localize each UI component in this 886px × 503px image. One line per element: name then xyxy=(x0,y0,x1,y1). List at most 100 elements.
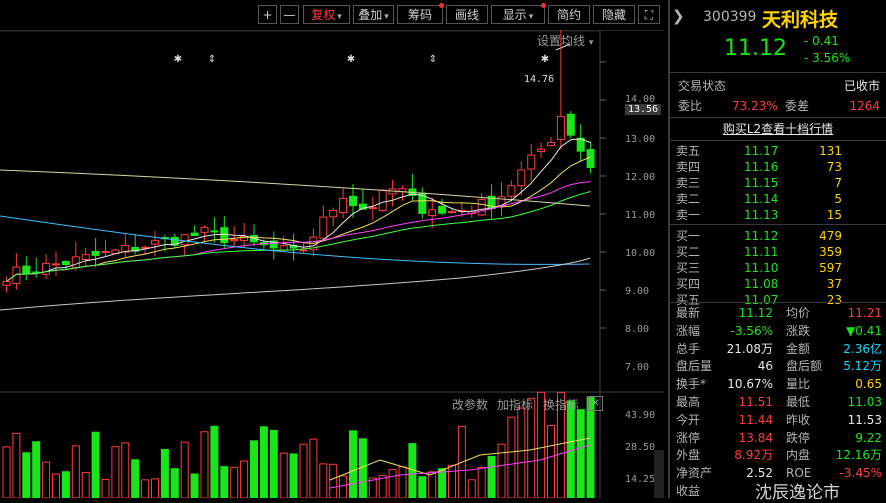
stat-label: 总手 xyxy=(676,341,701,356)
kline-svg[interactable]: ✱ ⇕ ✱ ⇕ ✱ xyxy=(0,30,664,498)
candle-body xyxy=(556,115,565,141)
volume-bar xyxy=(477,466,486,498)
weibi-value: 73.23% xyxy=(732,99,778,113)
divider xyxy=(670,140,886,141)
y-tick-label: 9.00 xyxy=(625,286,650,297)
weibi-row: 委比 73.23% 委差 1264 xyxy=(670,97,886,115)
volume-bar xyxy=(576,409,585,498)
volume-bar xyxy=(448,464,456,498)
stat-value: 11.12 xyxy=(738,306,773,320)
stat-value: 11.51 xyxy=(738,395,773,409)
volume-bar xyxy=(12,432,21,498)
vol-tick-label: 43.90 xyxy=(625,410,656,421)
volume-bar xyxy=(339,475,348,498)
weicha-value: 1264 xyxy=(849,99,880,113)
zoom-in-button[interactable]: + xyxy=(258,5,277,24)
stat-label: 最低 xyxy=(786,395,811,409)
candle-body xyxy=(378,189,387,211)
candle-body xyxy=(547,141,555,147)
indicator-close-icon[interactable]: ✕ xyxy=(588,396,603,411)
l2-link-row: 购买L2查看十档行情 xyxy=(670,120,886,138)
sell-level-label: 卖三 xyxy=(676,176,701,190)
stat-row: 涨停 13.84 跌停 9.22 xyxy=(670,429,886,447)
panel-collapse-handle[interactable] xyxy=(654,450,664,498)
panel-collapse-icon[interactable]: ❯ xyxy=(672,7,685,25)
stat-row: 盘后量 46 盘后额 5.12万 xyxy=(670,357,886,375)
vol-tick-label: 14.25 xyxy=(625,474,656,485)
event-marker: ⇕ xyxy=(429,54,437,65)
sell-level-row[interactable]: 卖一 11.13 15 xyxy=(670,207,886,223)
peak-price-label: 14.76 xyxy=(524,74,555,85)
sell-level-row[interactable]: 卖四 11.16 73 xyxy=(670,159,886,175)
stat-value: 10.67% xyxy=(727,377,773,392)
volume-bar xyxy=(418,476,427,498)
volume-bar xyxy=(507,416,516,498)
indicator-change-link[interactable]: 换指标 xyxy=(543,396,579,413)
fullscreen-icon[interactable]: ⛶ xyxy=(638,5,660,24)
volume-bar xyxy=(170,468,179,498)
trade-status-label: 交易状态 xyxy=(678,79,727,93)
chouma-button[interactable]: 筹码 xyxy=(397,3,444,24)
candle-body xyxy=(42,262,51,275)
zoom-out-button[interactable]: — xyxy=(280,5,299,24)
l2-upgrade-link[interactable]: 购买L2查看十档行情 xyxy=(723,122,833,136)
watermark-text: 沈辰逸论市 xyxy=(755,483,840,503)
stat-label: 净资产 xyxy=(676,466,713,481)
jianyue-button[interactable]: 简约 xyxy=(548,5,590,24)
stat-value: 13.84 xyxy=(738,430,773,445)
buy-level-volume: 479 xyxy=(819,229,842,243)
ma5-line xyxy=(6,138,591,282)
stat-value: 11.21 xyxy=(847,306,882,320)
candle-body xyxy=(12,266,21,284)
candle-body xyxy=(299,249,308,252)
stat-label: 最新 xyxy=(676,306,701,320)
sell-level-row[interactable]: 卖二 11.14 5 xyxy=(670,191,886,207)
stat-row: 换手* 10.67% 量比 0.65 xyxy=(670,375,886,393)
volume-bar xyxy=(101,478,110,498)
buy-level-row[interactable]: 买二 11.11 359 xyxy=(670,244,886,260)
buy-level-row[interactable]: 买四 11.08 37 xyxy=(670,276,886,292)
y-tick-label: 8.00 xyxy=(625,324,650,335)
stat-value: ▼0.41 xyxy=(846,323,882,338)
stat-value: -3.56% xyxy=(730,323,773,338)
kline-chart-area[interactable]: ✱ ⇕ ✱ ⇕ ✱ 设置均线 ▾ 14.76 13.56 14.00 13.00 12.… xyxy=(0,30,664,498)
buy-level-label: 买二 xyxy=(676,245,701,259)
xianshi-dropdown[interactable]: 显示 ▾ xyxy=(491,3,546,24)
sell-level-row[interactable]: 卖三 11.15 7 xyxy=(670,175,886,191)
stat-value: 21.08万 xyxy=(726,341,773,356)
buy-level-row[interactable]: 买一 11.12 479 xyxy=(670,228,886,244)
sell-level-row[interactable]: 卖五 11.17 131 xyxy=(670,143,886,159)
volume-bar xyxy=(42,461,51,498)
divider xyxy=(670,117,886,118)
indicator-params-link[interactable]: 改参数 xyxy=(452,396,488,413)
huaxian-button[interactable]: 画线 xyxy=(446,5,488,24)
candle-body xyxy=(428,209,437,216)
yincang-button[interactable]: 隐藏 xyxy=(593,5,635,24)
candle-body xyxy=(2,280,11,286)
indicator-add-link[interactable]: 加指标 xyxy=(497,396,533,413)
sell-level-volume: 73 xyxy=(826,160,842,174)
volume-bar xyxy=(349,430,357,498)
vol-tick-label: 28.50 xyxy=(625,442,656,453)
volume-bar xyxy=(319,463,328,498)
chevron-down-icon: ▾ xyxy=(337,12,342,22)
volume-bar xyxy=(210,425,219,498)
diejia-dropdown[interactable]: 叠加 ▾ xyxy=(353,5,394,24)
volume-bar xyxy=(358,438,367,498)
fuquan-dropdown[interactable]: 复权 ▾ xyxy=(303,5,350,24)
y-tick-label: 13.00 xyxy=(625,134,656,145)
stock-name: 天利科技 xyxy=(762,9,839,31)
sell-level-volume: 131 xyxy=(819,144,842,158)
volume-bar xyxy=(527,397,536,498)
buy-level-label: 买四 xyxy=(676,277,701,291)
volume-bar xyxy=(230,466,239,498)
stat-label: 盘后额 xyxy=(786,359,823,374)
ma-settings-link[interactable]: 设置均线 ▾ xyxy=(537,32,593,49)
stat-label: 最高 xyxy=(676,395,701,409)
stat-value: 12.16万 xyxy=(835,448,882,463)
sell-level-price: 11.17 xyxy=(744,144,779,158)
buy-level-price: 11.10 xyxy=(744,261,779,275)
buy-level-row[interactable]: 买三 11.10 597 xyxy=(670,260,886,276)
buy-level-volume: 359 xyxy=(819,245,842,259)
stat-label: 涨跌 xyxy=(786,323,811,338)
